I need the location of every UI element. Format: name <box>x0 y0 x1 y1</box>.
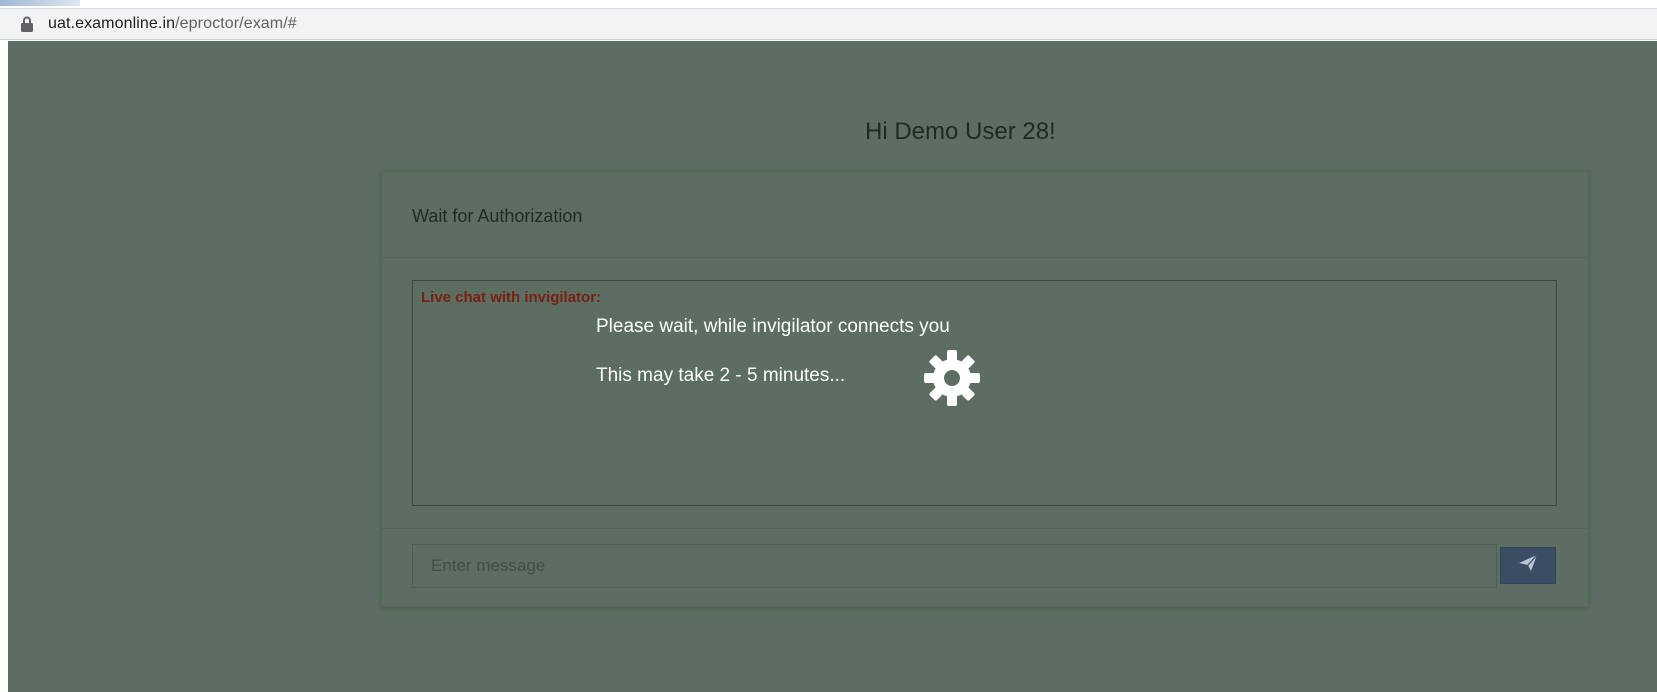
address-bar[interactable]: uat.examonline.in/eproctor/exam/# <box>0 8 1657 40</box>
eta-message: This may take 2 - 5 minutes... <box>596 365 846 386</box>
active-tab-hint[interactable] <box>0 0 80 6</box>
authorization-card: Wait for Authorization Live chat with in… <box>381 171 1589 607</box>
chat-window: Live chat with invigilator: Please wait,… <box>412 280 1557 506</box>
page-viewport: Hi Demo User 28! Wait for Authorization … <box>0 41 1657 692</box>
message-input[interactable] <box>412 544 1497 588</box>
gear-icon <box>920 346 984 410</box>
url-host: uat.examonline.in <box>48 15 176 32</box>
url-text[interactable]: uat.examonline.in/eproctor/exam/# <box>48 15 297 33</box>
browser-tab-strip <box>0 0 1657 8</box>
wait-message: Please wait, while invigilator connects … <box>596 316 950 337</box>
greeting-heading: Hi Demo User 28! <box>865 118 1056 145</box>
url-path: /eproctor/exam/# <box>175 15 297 32</box>
send-button[interactable] <box>1500 547 1556 584</box>
chat-composer <box>382 528 1588 608</box>
chat-title: Live chat with invigilator: <box>421 289 602 306</box>
paper-plane-icon <box>1518 554 1538 577</box>
lock-icon[interactable] <box>20 16 34 32</box>
card-title: Wait for Authorization <box>382 172 1588 258</box>
